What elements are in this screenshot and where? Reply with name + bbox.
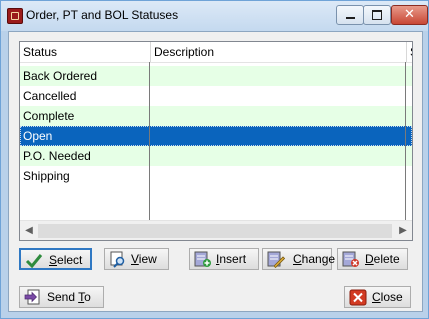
- close-button-label: Close: [372, 290, 403, 304]
- title-bar[interactable]: Order, PT and BOL Statuses ✕: [1, 1, 428, 31]
- checkmark-icon: [25, 254, 43, 269]
- column-header-description[interactable]: Description: [150, 42, 409, 62]
- column-divider: [405, 62, 406, 220]
- dialog-body: Status Description S Back Ordered Cancel…: [8, 31, 423, 312]
- window-close-button[interactable]: ✕: [391, 5, 428, 25]
- app-icon[interactable]: [7, 8, 23, 24]
- change-button-label: Change: [293, 252, 336, 266]
- status-cell: P.O. Needed: [23, 149, 91, 163]
- scroll-left-icon[interactable]: ◀: [20, 221, 38, 240]
- close-icon: ✕: [404, 7, 415, 22]
- delete-button-label: Delete: [365, 252, 400, 266]
- table-row[interactable]: Cancelled: [20, 86, 412, 106]
- description-cell: [151, 126, 405, 146]
- send-to-button[interactable]: Send To: [19, 286, 104, 308]
- view-button[interactable]: View: [104, 248, 169, 270]
- maximize-button[interactable]: [363, 5, 391, 25]
- table-row[interactable]: Complete: [20, 106, 412, 126]
- status-cell: Shipping: [23, 169, 70, 183]
- scroll-right-icon[interactable]: ▶: [394, 221, 412, 240]
- close-x-icon: [349, 289, 367, 306]
- maximize-icon: [372, 10, 382, 20]
- grid-header: Status Description S: [20, 42, 412, 63]
- table-row[interactable]: P.O. Needed: [20, 146, 412, 166]
- insert-button-label: Insert: [216, 252, 247, 266]
- insert-record-icon: [194, 251, 211, 267]
- status-cell: Back Ordered: [23, 69, 98, 83]
- delete-record-icon: [342, 251, 359, 267]
- description-cell: [151, 66, 405, 86]
- minimize-button[interactable]: [336, 5, 364, 25]
- delete-button[interactable]: Delete: [337, 248, 408, 270]
- dialog-window: Order, PT and BOL Statuses ✕ Status Desc…: [0, 0, 429, 319]
- table-row[interactable]: Back Ordered: [20, 66, 412, 86]
- edit-record-icon: [267, 251, 285, 268]
- column-header-extra[interactable]: S: [406, 42, 412, 62]
- status-cell: Complete: [23, 109, 75, 123]
- view-button-label: View: [131, 252, 157, 266]
- status-cell: Open: [23, 129, 53, 143]
- description-cell: [151, 86, 405, 106]
- close-button[interactable]: Close: [344, 286, 411, 308]
- change-button[interactable]: Change: [262, 248, 336, 270]
- insert-button[interactable]: Insert: [189, 248, 259, 270]
- magnifier-icon: [110, 251, 125, 268]
- column-divider: [149, 62, 150, 220]
- send-to-button-label: Send To: [47, 290, 91, 304]
- status-cell: Cancelled: [23, 89, 77, 103]
- status-grid[interactable]: Status Description S Back Ordered Cancel…: [19, 41, 413, 241]
- table-row[interactable]: Shipping: [20, 166, 412, 186]
- table-row-selected[interactable]: Open: [20, 126, 412, 146]
- description-cell: [151, 106, 405, 126]
- select-button-label: Select: [49, 253, 83, 267]
- horizontal-scrollbar[interactable]: ◀ ▶: [20, 220, 412, 240]
- scroll-thumb[interactable]: [38, 224, 392, 238]
- column-header-status[interactable]: Status: [20, 42, 149, 62]
- description-cell: [151, 146, 405, 166]
- grid-rows: Back Ordered Cancelled Complete Open P.O…: [20, 66, 412, 186]
- description-cell: [151, 166, 405, 186]
- send-to-icon: [24, 289, 40, 305]
- window-title: Order, PT and BOL Statuses: [26, 8, 179, 22]
- select-button[interactable]: Select: [19, 248, 92, 270]
- minimize-icon: [346, 17, 355, 19]
